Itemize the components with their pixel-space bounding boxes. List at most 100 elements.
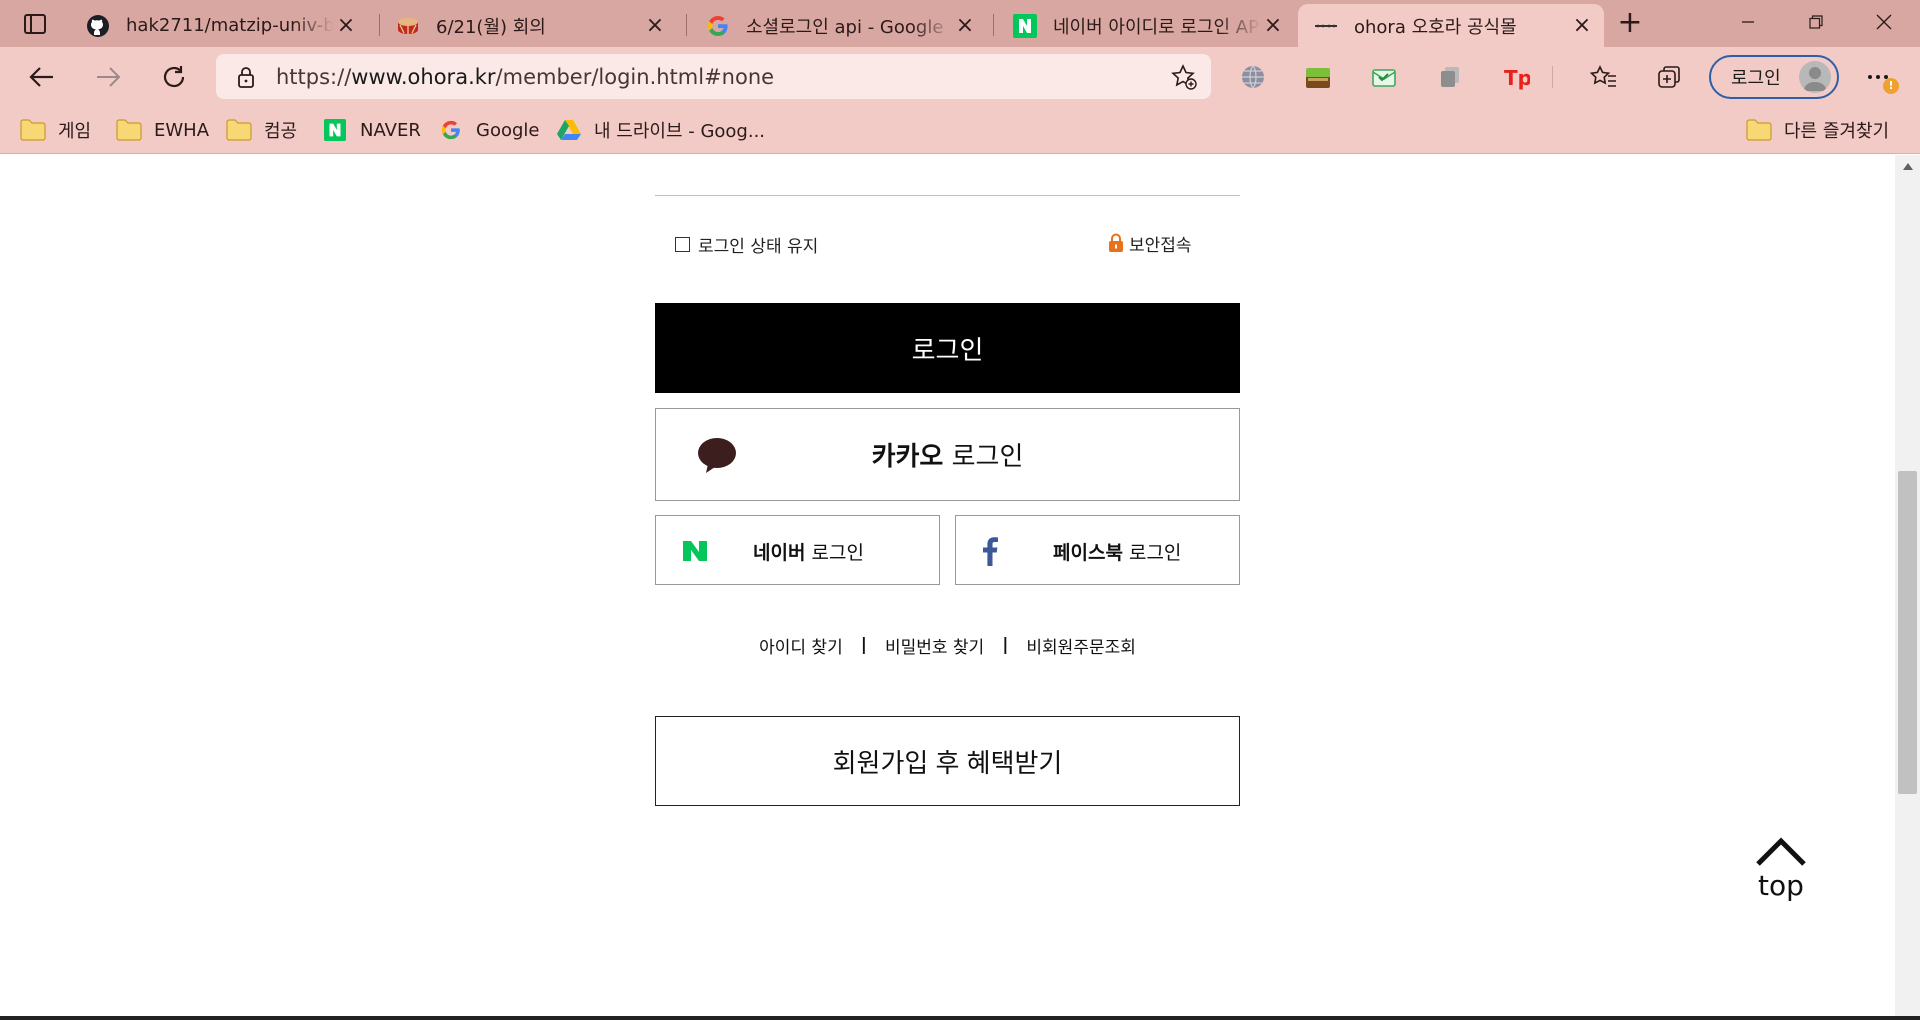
tab-actions-icon [24,14,46,34]
new-tab-button[interactable]: + [1612,8,1648,40]
refresh-icon [163,66,185,88]
naver-icon [322,119,348,141]
checkbox-icon[interactable] [675,236,690,252]
close-tab-icon[interactable]: × [1261,13,1285,38]
profile-button[interactable]: 로그인 [1709,55,1839,99]
close-icon [1876,14,1892,30]
chevron-up-icon [1756,837,1806,866]
page-scrollbar[interactable] [1895,155,1920,1017]
back-arrow-icon [29,67,53,87]
tab-github[interactable]: hak2711/matzip-univ-backend × [70,4,368,47]
account-help-links: 아이디 찾기 | 비밀번호 찾기 | 비회원주문조회 [655,632,1240,658]
minimize-button[interactable] [1717,0,1779,44]
guest-order-lookup-link[interactable]: 비회원주문조회 [1026,633,1135,658]
mail-check-extension-icon[interactable] [1368,61,1400,93]
naver-login-button[interactable]: 네이버 로그인 [655,515,940,585]
address-bar[interactable]: https://www.ohora.kr/member/login.html#n… [216,54,1211,99]
tab-title: 소셜로그인 api - Google 검색 [746,16,953,38]
bookmark-label: Google [476,119,540,141]
other-favorites[interactable]: 다른 즐겨찾기 [1746,114,1889,146]
tab-meeting[interactable]: 6/21(월) 회의 × [380,4,677,47]
secure-access-link[interactable]: 보안접속 [1108,231,1192,256]
window-bottom-border [0,1016,1920,1020]
forward-arrow-icon [97,67,121,87]
facebook-login-button[interactable]: 페이스북 로그인 [955,515,1240,585]
secure-access-label: 보안접속 [1129,235,1192,256]
tab-actions-button[interactable] [14,8,56,40]
add-favorite-icon[interactable] [1171,64,1197,90]
login-button[interactable]: 로그인 [655,303,1240,393]
naver-bold-label: 네이버 [753,542,806,564]
close-tab-icon[interactable]: × [643,13,667,38]
bookmark-naver[interactable]: NAVER [322,114,421,146]
svg-text:Tp: Tp [1504,66,1530,90]
notification-badge: ! [1883,78,1899,94]
close-tab-icon[interactable]: × [953,13,977,38]
naver-login-label: 네이버 로그인 [753,538,864,565]
bookmark-label: 내 드라이브 - Goog... [594,121,766,142]
bookmark-cse[interactable]: 컴공 [226,114,297,146]
favorites-icon[interactable] [1588,61,1620,93]
google-icon [438,119,464,141]
bookmark-label: NAVER [360,119,421,141]
find-password-link[interactable]: 비밀번호 찾기 [885,633,984,658]
keep-login-checkbox[interactable]: 로그인 상태 유지 [675,233,819,257]
forward-button[interactable] [86,55,130,99]
tab-title: 6/21(월) 회의 [436,16,546,38]
avatar-icon [1799,61,1831,93]
bookmark-label: 게임 [58,121,92,142]
drum-icon [396,14,420,38]
tab-separator [686,14,687,36]
google-drive-icon [556,119,582,141]
bookmark-google-drive[interactable]: 내 드라이브 - Goog... [556,114,765,146]
restore-button[interactable] [1785,0,1847,44]
kakao-bold-label: 카카오 [871,442,944,472]
bookmark-game[interactable]: 게임 [20,114,91,146]
github-icon [86,14,110,38]
naver-icon [1013,13,1037,38]
kakao-login-button[interactable]: 카카오 로그인 [655,408,1240,501]
find-id-link[interactable]: 아이디 찾기 [759,633,843,658]
refresh-button[interactable] [152,55,196,99]
tab-naver-api[interactable]: 네이버 아이디로 로그인 API × [997,4,1295,47]
bookmark-label: 다른 즐겨찾기 [1784,121,1890,142]
tab-title: 네이버 아이디로 로그인 API [1053,16,1261,38]
bookmark-ewha[interactable]: EWHA [116,114,209,146]
link-separator: | [860,635,867,655]
scrollbar-thumb[interactable] [1898,471,1917,794]
google-icon [706,14,730,38]
copy-extension-icon[interactable] [1434,61,1466,93]
tab-separator [993,14,994,36]
bookmark-label: 컴공 [264,121,298,142]
scroll-up-arrow-icon[interactable] [1895,155,1920,177]
tp-extension-icon[interactable]: Tp [1500,61,1532,93]
tab-title: hak2711/matzip-univ-backend [126,15,334,36]
close-tab-icon[interactable]: × [334,13,358,38]
toolbar-divider [1550,61,1556,93]
url-path: /member/login.html#none [495,64,775,89]
back-button[interactable] [20,55,64,99]
keep-login-label: 로그인 상태 유지 [698,236,819,257]
bookmark-google[interactable]: Google [438,114,539,146]
tab-ohora[interactable]: ohora 오호라 공식몰 × [1298,4,1604,47]
url-host: www.ohora.kr [351,64,496,89]
collections-icon[interactable] [1654,61,1686,93]
close-window-button[interactable] [1853,0,1915,44]
tab-bar: hak2711/matzip-univ-backend × 6/21(월) 회의… [0,0,1920,47]
folder-icon [1746,119,1772,141]
ohora-icon [1314,14,1338,38]
facebook-bold-label: 페이스북 [1053,542,1123,564]
site-lock-icon[interactable] [234,65,258,89]
minimize-icon [1742,21,1754,23]
globe-extension-icon[interactable] [1237,61,1269,93]
tab-google-search[interactable]: 소셜로그인 api - Google 검색 × [690,4,987,47]
bookmarks-bar: 게임 EWHA 컴공 NAVER Google 내 드라이브 - Goog...… [0,106,1920,154]
signup-button[interactable]: 회원가입 후 혜택받기 [655,716,1240,806]
link-separator: | [1002,635,1009,655]
scroll-to-top-button[interactable]: top [1755,837,1807,902]
close-tab-icon[interactable]: × [1570,13,1594,38]
plant-extension-icon[interactable] [1302,61,1334,93]
profile-label: 로그인 [1731,68,1781,89]
navigation-toolbar: https://www.ohora.kr/member/login.html#n… [0,47,1920,106]
top-label: top [1758,869,1804,902]
